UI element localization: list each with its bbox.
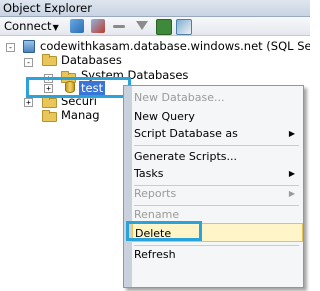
folder-icon: [42, 110, 57, 122]
selected-db-highlight: [26, 77, 131, 98]
submenu-arrow-icon: ▶: [288, 189, 295, 198]
connect-dropdown-icon: ▼: [52, 23, 59, 32]
collapse-toggle[interactable]: -: [6, 43, 15, 52]
connect-object-icon[interactable]: [70, 19, 84, 33]
menu-item-refresh[interactable]: Refresh: [132, 245, 303, 264]
menu-item-label: Reports: [134, 187, 177, 200]
object-explorer-panel: Object Explorer Connect▼ - codewithkasam…: [0, 0, 310, 291]
panel-titlebar: Object Explorer: [0, 0, 310, 17]
folder-icon: [42, 96, 57, 108]
refresh-icon[interactable]: [156, 19, 172, 35]
delete-highlight: [126, 221, 202, 241]
menu-item-script-database-as[interactable]: Script Database as ▶: [132, 124, 303, 143]
submenu-arrow-icon: ▶: [288, 169, 295, 178]
menu-item-tasks[interactable]: Tasks ▶: [132, 164, 303, 183]
disconnect-icon[interactable]: [91, 19, 105, 33]
folder-icon: [42, 54, 57, 66]
filter-icon[interactable]: [136, 21, 148, 30]
expand-toggle[interactable]: +: [24, 98, 33, 107]
menu-item-label: Tasks: [134, 167, 164, 180]
connect-button[interactable]: Connect▼: [4, 19, 59, 33]
explorer-toolbar: Connect▼: [0, 17, 310, 36]
tree-node-management[interactable]: Manag: [61, 108, 100, 122]
stop-icon[interactable]: [113, 25, 125, 28]
summary-icon[interactable]: [176, 19, 192, 35]
tree-node-server[interactable]: codewithkasam.database.windows.net (SQL …: [40, 39, 310, 53]
menu-gutter: [124, 86, 132, 287]
collapse-toggle[interactable]: -: [24, 58, 33, 67]
submenu-arrow-icon: ▶: [288, 129, 295, 138]
tree-node-databases[interactable]: Databases: [61, 53, 122, 67]
menu-separator: [134, 145, 299, 146]
server-icon: [23, 40, 35, 53]
menu-item-label: Script Database as: [134, 127, 238, 140]
connect-label: Connect: [4, 19, 52, 33]
panel-title: Object Explorer: [3, 1, 92, 15]
menu-item-new-database[interactable]: New Database...: [132, 88, 303, 107]
context-menu: New Database... New Query Script Databas…: [123, 85, 304, 288]
menu-item-reports[interactable]: Reports ▶: [132, 184, 303, 203]
